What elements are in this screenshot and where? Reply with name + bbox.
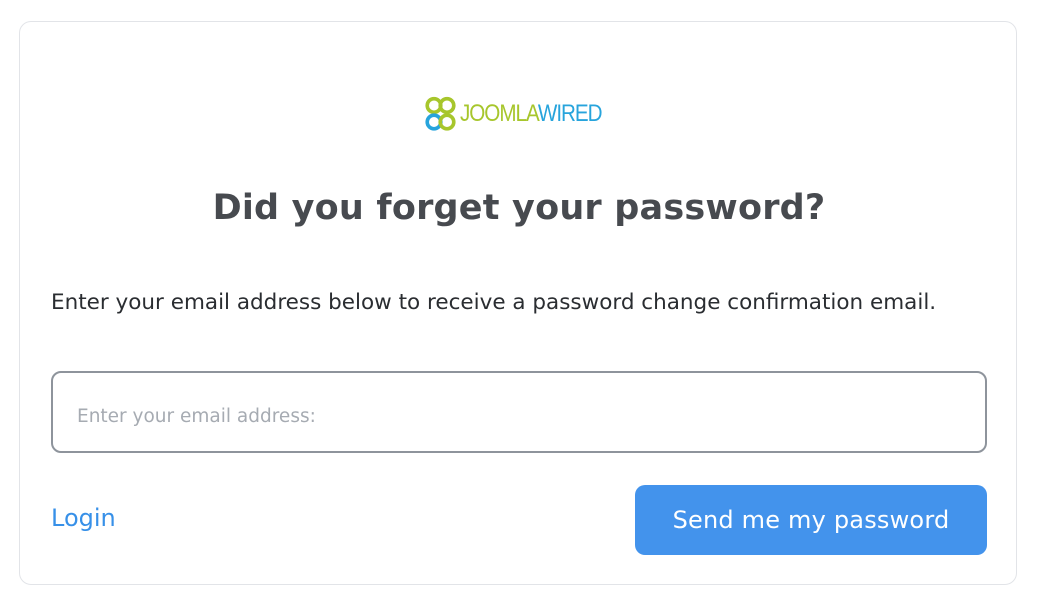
login-link[interactable]: Login xyxy=(51,504,116,532)
forgot-password-card: JOOMLAWIRED Did you forget your password… xyxy=(19,21,1017,585)
logo-wordmark-wired: WIRED xyxy=(537,100,603,127)
page-title: Did you forget your password? xyxy=(212,188,826,228)
logo-wordmark: JOOMLAWIRED xyxy=(460,100,603,127)
logo-wordmark-joomla: JOOMLA xyxy=(460,100,539,127)
instructions-text: Enter your email address below to receiv… xyxy=(51,290,937,315)
joomlawired-clover-logo-icon xyxy=(425,96,456,131)
email-field[interactable] xyxy=(51,371,987,453)
send-password-button[interactable]: Send me my password xyxy=(635,485,987,555)
joomlawired-logo: JOOMLAWIRED xyxy=(424,94,625,134)
